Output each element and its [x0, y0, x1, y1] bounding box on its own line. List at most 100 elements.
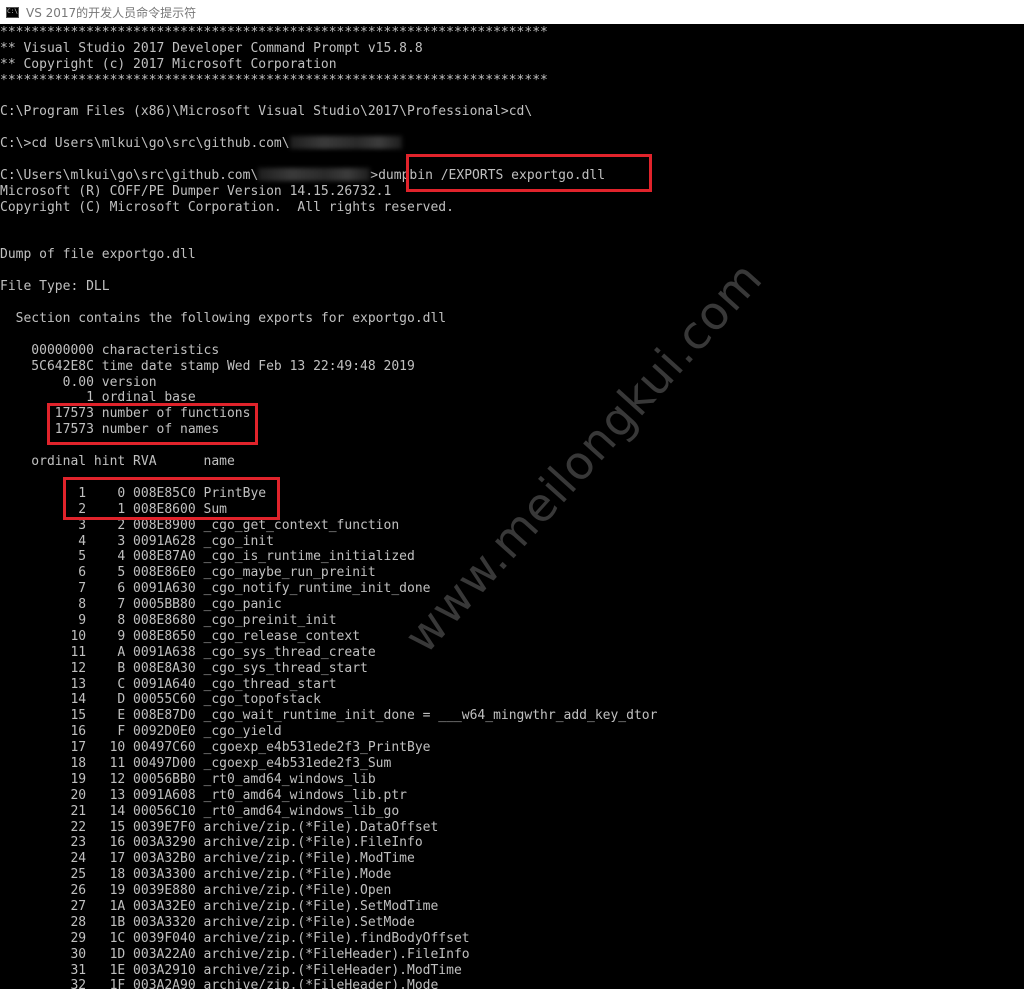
console-line-text: 20 13 0091A608 _rt0_amd64_windows_lib.pt…	[0, 787, 407, 803]
console-line: 8 7 0005BB80 _cgo_panic	[0, 597, 1024, 613]
console-line: 00000000 characteristics	[0, 343, 1024, 359]
console-line: 30 1D 003A22A0 archive/zip.(*FileHeader)…	[0, 947, 1024, 963]
console-line-text: File Type: DLL	[0, 279, 110, 295]
console-line: 20 13 0091A608 _rt0_amd64_windows_lib.pt…	[0, 788, 1024, 804]
console-line-text: 24 17 003A32B0 archive/zip.(*File).ModTi…	[0, 851, 415, 867]
console-line-text: 6 5 008E86E0 _cgo_maybe_run_preinit	[0, 565, 376, 581]
console-line: 12 B 008E8A30 _cgo_sys_thread_start	[0, 661, 1024, 677]
console-line-text: Microsoft (R) COFF/PE Dumper Version 14.…	[0, 183, 392, 199]
console-line-text: 18 11 00497D00 _cgoexp_e4b531ede2f3_Sum	[0, 755, 392, 771]
redacted-path	[289, 136, 402, 150]
console-line: 4 3 0091A628 _cgo_init	[0, 534, 1024, 550]
console-line-text: Dump of file exportgo.dll	[0, 247, 196, 263]
console-line-text: 16 F 0092D0E0 _cgo_yield	[0, 724, 282, 740]
console-line-text: 13 C 0091A640 _cgo_thread_start	[0, 676, 337, 692]
console-line: 31 1E 003A2910 archive/zip.(*FileHeader)…	[0, 963, 1024, 979]
console-line: File Type: DLL	[0, 279, 1024, 295]
console-line-text: 17 10 00497C60 _cgoexp_e4b531ede2f3_Prin…	[0, 740, 431, 756]
console-line: C:\>cd Users\mlkui\go\src\github.com\	[0, 136, 1024, 152]
console-line-text: 7 6 0091A630 _cgo_notify_runtime_init_do…	[0, 581, 431, 597]
console-line: C:\Program Files (x86)\Microsoft Visual …	[0, 104, 1024, 120]
highlight-box-exports	[63, 477, 280, 520]
console-line: 25 18 003A3300 archive/zip.(*File).Mode	[0, 867, 1024, 883]
console-line-text: C:\Program Files (x86)\Microsoft Visual …	[0, 104, 533, 120]
console-line-text: 15 E 008E87D0 _cgo_wait_runtime_init_don…	[0, 708, 658, 724]
console-line-text: 0.00 version	[0, 374, 157, 390]
console-line: ** Copyright (c) 2017 Microsoft Corporat…	[0, 57, 1024, 73]
console-line: 14 D 00055C60 _cgo_topofstack	[0, 692, 1024, 708]
console-line-text: 30 1D 003A22A0 archive/zip.(*FileHeader)…	[0, 946, 470, 962]
console-line: 22 15 0039E7F0 archive/zip.(*File).DataO…	[0, 820, 1024, 836]
console-line-text: 9 8 008E8680 _cgo_preinit_init	[0, 612, 337, 628]
console-line-text: 29 1C 0039F040 archive/zip.(*File).findB…	[0, 930, 470, 946]
console-line: 5 4 008E87A0 _cgo_is_runtime_initialized	[0, 549, 1024, 565]
console-line-text: 14 D 00055C60 _cgo_topofstack	[0, 692, 321, 708]
console-line: ****************************************…	[0, 25, 1024, 41]
console-window: C:\ VS 2017的开发人员命令提示符 ******************…	[0, 0, 1024, 989]
console-line: 24 17 003A32B0 archive/zip.(*File).ModTi…	[0, 851, 1024, 867]
console-line-text: 22 15 0039E7F0 archive/zip.(*File).DataO…	[0, 819, 439, 835]
console-line: 15 E 008E87D0 _cgo_wait_runtime_init_don…	[0, 708, 1024, 724]
console-line: 28 1B 003A3320 archive/zip.(*File).SetMo…	[0, 915, 1024, 931]
console-line-text: ordinal hint RVA name	[0, 454, 235, 470]
console-line-text: 4 3 0091A628 _cgo_init	[0, 533, 274, 549]
console-line-text: 31 1E 003A2910 archive/zip.(*FileHeader)…	[0, 962, 462, 978]
console-line-text: Copyright (C) Microsoft Corporation. All…	[0, 199, 454, 215]
console-line: 5C642E8C time date stamp Wed Feb 13 22:4…	[0, 359, 1024, 375]
console-line-text: 10 9 008E8650 _cgo_release_context	[0, 628, 361, 644]
console-line-text: 5C642E8C time date stamp Wed Feb 13 22:4…	[0, 358, 415, 374]
console-line: 17 10 00497C60 _cgoexp_e4b531ede2f3_Prin…	[0, 740, 1024, 756]
console-line-text: 32 1F 003A2A90 archive/zip.(*FileHeader)…	[0, 978, 439, 989]
console-line-text: 26 19 0039E880 archive/zip.(*File).Open	[0, 883, 392, 899]
console-line: 9 8 008E8680 _cgo_preinit_init	[0, 613, 1024, 629]
console-line: 27 1A 003A32E0 archive/zip.(*File).SetMo…	[0, 899, 1024, 915]
redacted-path	[258, 168, 371, 182]
console-line-text: ** Visual Studio 2017 Developer Command …	[0, 40, 423, 56]
console-line: Section contains the following exports f…	[0, 311, 1024, 327]
console-line: 16 F 0092D0E0 _cgo_yield	[0, 724, 1024, 740]
console-line: 18 11 00497D00 _cgoexp_e4b531ede2f3_Sum	[0, 756, 1024, 772]
console-line-text: 8 7 0005BB80 _cgo_panic	[0, 597, 282, 613]
highlight-box-counts	[47, 403, 258, 445]
console-line-text: ****************************************…	[0, 72, 548, 88]
title-bar[interactable]: C:\ VS 2017的开发人员命令提示符	[0, 0, 1024, 24]
console-line-text: 5 4 008E87A0 _cgo_is_runtime_initialized	[0, 549, 415, 565]
console-line-text: Section contains the following exports f…	[0, 311, 447, 327]
console-line-text: ** Copyright (c) 2017 Microsoft Corporat…	[0, 56, 337, 72]
console-line: 11 A 0091A638 _cgo_sys_thread_create	[0, 645, 1024, 661]
console-line-text: 11 A 0091A638 _cgo_sys_thread_create	[0, 644, 376, 660]
console-line: Dump of file exportgo.dll	[0, 247, 1024, 263]
console-line: ** Visual Studio 2017 Developer Command …	[0, 41, 1024, 57]
console-line: 23 16 003A3290 archive/zip.(*File).FileI…	[0, 835, 1024, 851]
console-line: 26 19 0039E880 archive/zip.(*File).Open	[0, 883, 1024, 899]
console-line-text: 28 1B 003A3320 archive/zip.(*File).SetMo…	[0, 914, 415, 930]
highlight-box-command	[406, 154, 652, 192]
console-line-text: 19 12 00056BB0 _rt0_amd64_windows_lib	[0, 771, 376, 787]
console-icon: C:\	[6, 6, 19, 18]
console-line-text: C:\>cd Users\mlkui\go\src\github.com\	[0, 136, 290, 152]
console-line: 7 6 0091A630 _cgo_notify_runtime_init_do…	[0, 581, 1024, 597]
console-line: 0.00 version	[0, 375, 1024, 391]
console-line-text: 23 16 003A3290 archive/zip.(*File).FileI…	[0, 835, 423, 851]
console-line: 13 C 0091A640 _cgo_thread_start	[0, 677, 1024, 693]
console-line-text: 00000000 characteristics	[0, 342, 220, 358]
console-line-text: 27 1A 003A32E0 archive/zip.(*File).SetMo…	[0, 898, 439, 914]
console-line: 21 14 00056C10 _rt0_amd64_windows_lib_go	[0, 804, 1024, 820]
console-line: ****************************************…	[0, 73, 1024, 89]
window-title: VS 2017的开发人员命令提示符	[26, 5, 197, 20]
console-line: 29 1C 0039F040 archive/zip.(*File).findB…	[0, 931, 1024, 947]
console-line-text: 12 B 008E8A30 _cgo_sys_thread_start	[0, 660, 368, 676]
console-line: 32 1F 003A2A90 archive/zip.(*FileHeader)…	[0, 978, 1024, 989]
console-line: 10 9 008E8650 _cgo_release_context	[0, 629, 1024, 645]
console-line: 6 5 008E86E0 _cgo_maybe_run_preinit	[0, 565, 1024, 581]
console-line: ordinal hint RVA name	[0, 454, 1024, 470]
console-line-text: C:\Users\mlkui\go\src\github.com\	[0, 168, 259, 184]
console-line-text: ****************************************…	[0, 25, 548, 40]
console-line: 19 12 00056BB0 _rt0_amd64_windows_lib	[0, 772, 1024, 788]
